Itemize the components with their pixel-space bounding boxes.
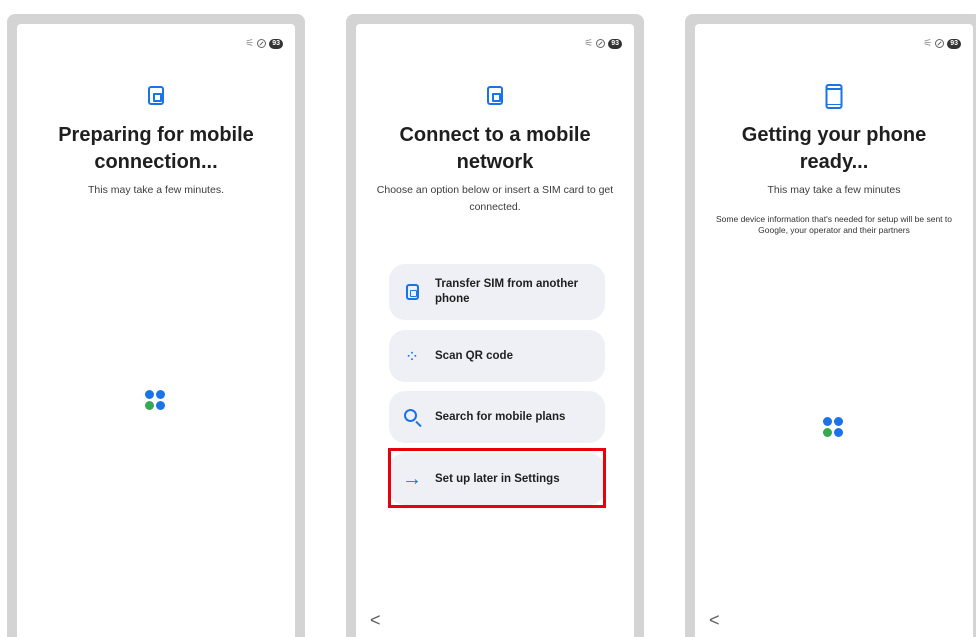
status-bar: ⚟ 93 xyxy=(584,38,622,49)
screen-content: ⚟ 93 Preparing for mobile connection... … xyxy=(17,24,295,637)
battery-indicator: 93 xyxy=(947,38,961,49)
sim-card-icon xyxy=(389,284,435,300)
do-not-disturb-icon xyxy=(596,39,606,48)
option-label: Search for mobile plans xyxy=(435,410,566,423)
status-bar: ⚟ 93 xyxy=(923,38,961,49)
screen-content: ⚟ 93 Connect to a mobile network Choose … xyxy=(356,24,634,637)
do-not-disturb-icon xyxy=(257,39,267,48)
wifi-icon: ⚟ xyxy=(584,38,594,49)
option-label: Transfer SIM from another phone xyxy=(435,278,579,305)
search-icon xyxy=(389,409,435,422)
highlight-box xyxy=(388,448,606,508)
wifi-icon: ⚟ xyxy=(245,38,255,49)
option-transfer-sim[interactable]: Transfer SIM from another phone xyxy=(389,264,605,320)
loading-spinner-icon xyxy=(823,417,845,439)
privacy-note: Some device information that's needed fo… xyxy=(716,214,952,235)
wifi-icon: ⚟ xyxy=(923,38,933,49)
phone-screen-getting-ready: ⚟ 93 Getting your phone ready... This ma… xyxy=(685,14,976,637)
qr-code-icon: ⁘ xyxy=(404,346,420,366)
page-subtitle: Choose an option below or insert a SIM c… xyxy=(376,184,614,213)
phone-screen-connect: ⚟ 93 Connect to a mobile network Choose … xyxy=(346,14,644,637)
page-title: Preparing for mobile connection... xyxy=(58,124,254,173)
back-button[interactable]: < xyxy=(709,610,720,631)
phone-screen-preparing: ⚟ 93 Preparing for mobile connection... … xyxy=(7,14,305,637)
option-label: Scan QR code xyxy=(435,349,513,362)
status-bar: ⚟ 93 xyxy=(245,38,283,49)
battery-indicator: 93 xyxy=(269,38,283,49)
sim-card-icon xyxy=(148,86,164,105)
screen-content: ⚟ 93 Getting your phone ready... This ma… xyxy=(695,24,973,637)
back-button[interactable]: < xyxy=(370,610,381,631)
page-title: Connect to a mobile network xyxy=(399,124,591,173)
page-title: Getting your phone ready... xyxy=(741,124,927,173)
sim-card-icon xyxy=(487,86,503,105)
battery-indicator: 93 xyxy=(608,38,622,49)
option-search-plans[interactable]: Search for mobile plans xyxy=(389,391,605,443)
page-subtitle: This may take a few minutes. xyxy=(88,184,224,196)
loading-spinner-icon xyxy=(145,390,167,412)
option-scan-qr[interactable]: ⁘ Scan QR code xyxy=(389,330,605,382)
page-subtitle: This may take a few minutes xyxy=(767,184,901,196)
do-not-disturb-icon xyxy=(935,39,945,48)
smartphone-icon xyxy=(825,84,843,109)
